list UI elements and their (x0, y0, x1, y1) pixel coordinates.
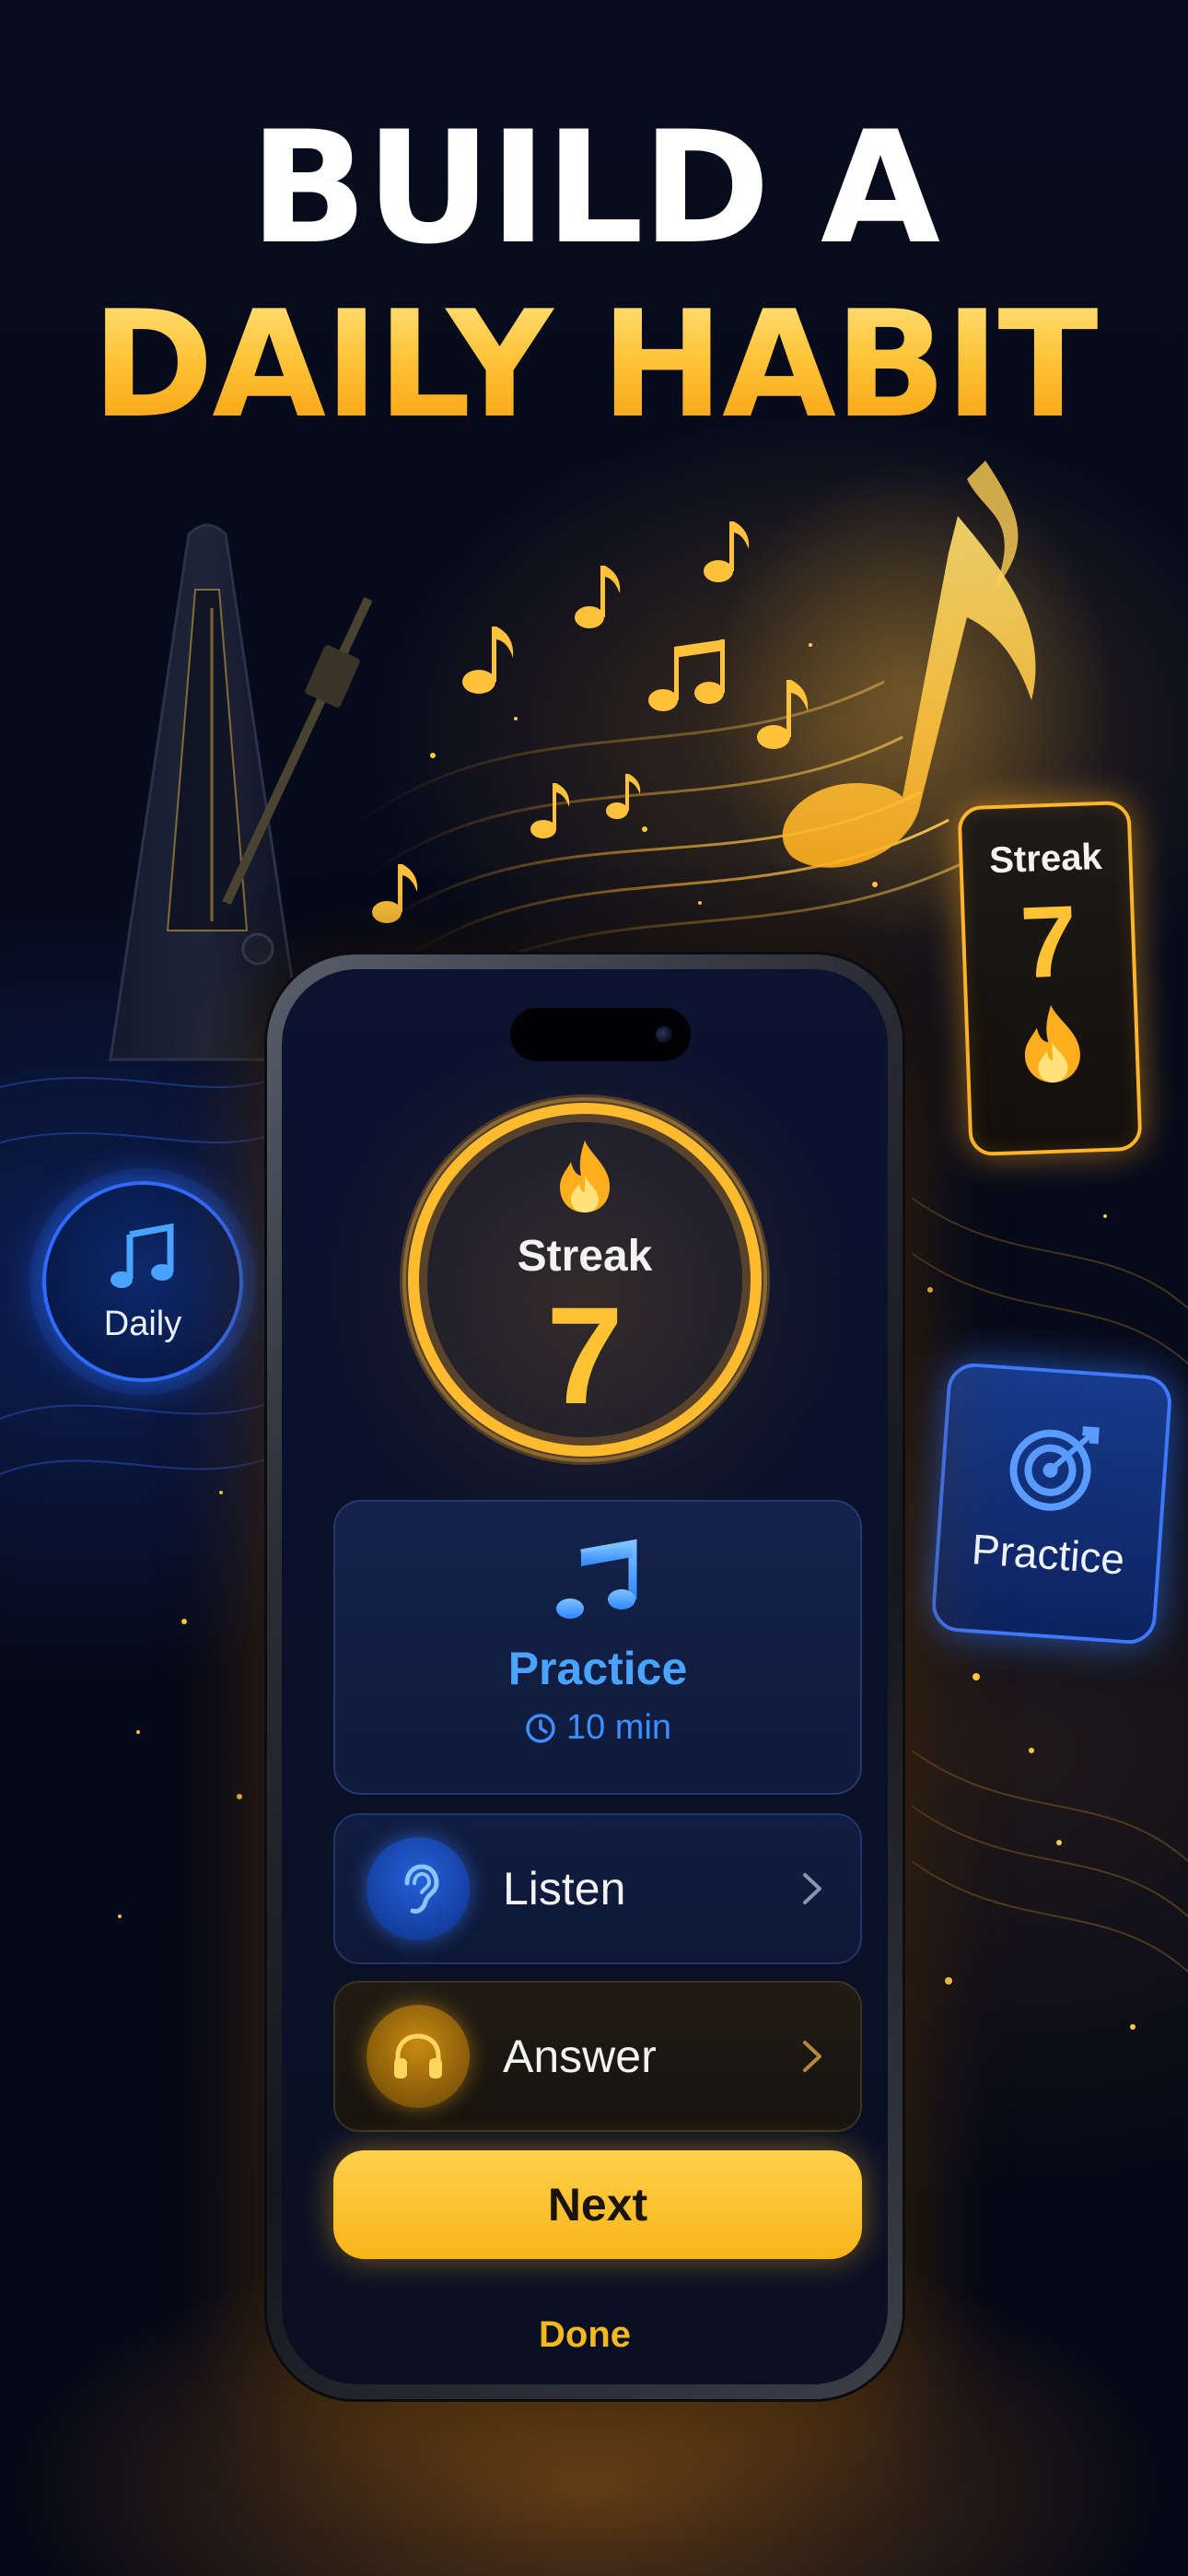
chevron-right-icon (803, 1873, 821, 1904)
headline-line-1: BUILD A (250, 98, 940, 278)
music-note-icon (111, 1223, 174, 1288)
chevron-right-icon (803, 2041, 821, 2072)
floating-streak-badge: Streak 7 (957, 800, 1143, 1157)
answer-icon-badge (367, 2005, 470, 2108)
practice-duration-text: 10 min (565, 1708, 672, 1747)
music-note-icon (556, 1539, 637, 1619)
clock-icon (526, 1713, 555, 1743)
listen-row[interactable]: Listen (333, 1813, 862, 1964)
floating-daily-badge: Daily (42, 1181, 243, 1382)
streak-label: Streak (517, 1232, 653, 1281)
phone-mockup: Streak 7 Practice 10 min Listen Answer N… (267, 954, 903, 2399)
ear-icon (404, 1864, 439, 1914)
done-link[interactable]: Done (282, 2314, 888, 2356)
answer-row[interactable]: Answer (333, 1981, 862, 2132)
practice-title: Practice (507, 1643, 688, 1694)
headline-line-2: DAILY HABIT (0, 291, 1188, 439)
flame-icon (560, 1141, 610, 1212)
floating-daily-label: Daily (103, 1305, 182, 1343)
flame-icon (1024, 1004, 1080, 1083)
target-icon (1009, 1426, 1100, 1511)
floating-practice-label: Practice (970, 1525, 1126, 1584)
streak-ring: Streak 7 (387, 1082, 783, 1478)
dynamic-island (510, 1008, 691, 1061)
floating-streak-value: 7 (1018, 884, 1079, 1001)
headline: BUILD A DAILY HABIT (0, 111, 1188, 439)
headphones-icon (394, 2033, 442, 2078)
listen-label: Listen (503, 1863, 626, 1914)
practice-card[interactable]: Practice 10 min (333, 1500, 862, 1795)
floating-practice-badge: Practice (930, 1361, 1173, 1646)
next-button[interactable]: Next (333, 2150, 862, 2259)
camera-icon (656, 1026, 672, 1043)
floating-streak-label: Streak (988, 836, 1103, 882)
answer-label: Answer (503, 2031, 657, 2082)
streak-value: 7 (546, 1278, 623, 1433)
practice-duration: 10 min (524, 1708, 671, 1748)
listen-icon-badge (367, 1837, 470, 1940)
app-screen: Streak 7 Practice 10 min Listen Answer N… (282, 969, 888, 2384)
